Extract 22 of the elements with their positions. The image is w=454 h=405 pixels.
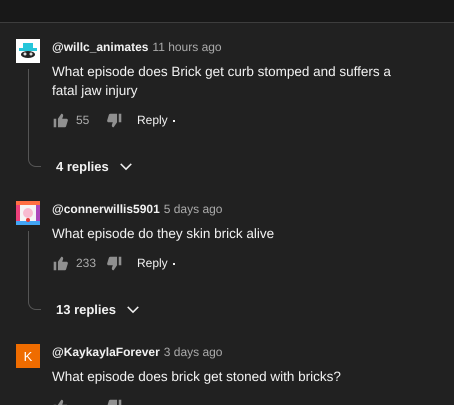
replies-toggle[interactable]: 13 replies: [52, 297, 140, 321]
chevron-down-icon: [118, 162, 133, 170]
thumbs-up-icon[interactable]: [52, 112, 69, 128]
comment-text: What episode does brick get stoned with bricks?: [52, 368, 342, 386]
avatar-icon[interactable]: [16, 39, 40, 63]
comment-text: What episode does Brick get curb stomped and suffers a fatal jaw injury: [52, 63, 392, 100]
reply-button[interactable]: Reply: [137, 113, 168, 127]
timestamp: 3 days ago: [164, 345, 222, 359]
username[interactable]: @KaykaylaForever: [52, 345, 160, 359]
timestamp: 5 days ago: [164, 202, 222, 216]
thumbs-up-icon[interactable]: [52, 254, 69, 272]
username[interactable]: @connerwillis5901: [52, 202, 160, 216]
reply-button[interactable]: Reply: [137, 256, 168, 270]
like-count: 233: [76, 256, 98, 270]
timestamp: 11 hours ago: [152, 40, 222, 54]
like-count: 55: [76, 113, 90, 127]
replies-toggle[interactable]: 4 replies: [52, 154, 133, 178]
chevron-down-icon: [126, 304, 140, 314]
thumbs-down-icon[interactable]: [106, 112, 123, 128]
thumbs-down-icon[interactable]: [106, 254, 123, 272]
username[interactable]: @willc_animates: [52, 40, 148, 54]
comment-text: What episode do they skin brick alive: [52, 225, 276, 243]
